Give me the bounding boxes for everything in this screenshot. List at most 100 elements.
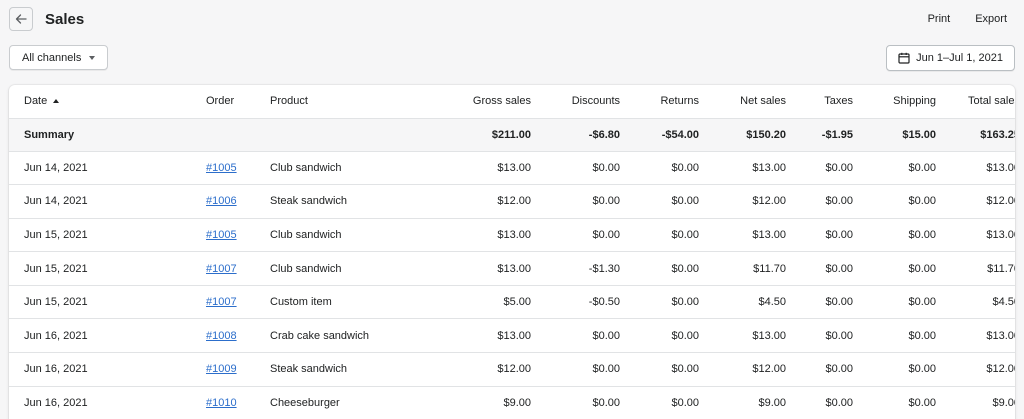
cell-net-sales: $4.50 xyxy=(699,285,786,320)
cell-taxes: $0.00 xyxy=(786,151,853,186)
cell-returns: $0.00 xyxy=(620,318,699,354)
cell-net-sales: $12.00 xyxy=(699,352,786,387)
cell-date: Jun 16, 2021 xyxy=(9,352,179,387)
cell-shipping: $0.00 xyxy=(853,184,936,219)
cell-product: Steak sandwich xyxy=(235,184,471,219)
cell-product: Club sandwich xyxy=(235,251,471,286)
cell-order: #1010 xyxy=(179,386,237,419)
cell-net-sales: $11.70 xyxy=(699,251,786,286)
column-header-total-sales[interactable]: Total sales xyxy=(936,85,1015,119)
cell-discounts: $0.00 xyxy=(531,352,620,387)
cell-gross-sales: $5.00 xyxy=(471,285,531,320)
cell-order: #1005 xyxy=(179,218,237,253)
order-link[interactable]: #1006 xyxy=(206,195,237,207)
cell-product: Club sandwich xyxy=(235,218,471,253)
cell-net-sales: $9.00 xyxy=(699,386,786,419)
cell-total-sales: $12.00 xyxy=(936,184,1015,219)
cell-shipping: $0.00 xyxy=(853,151,936,186)
export-button[interactable]: Export xyxy=(975,13,1007,25)
cell-product: Crab cake sandwich xyxy=(235,318,471,354)
cell-total-sales: $12.00 xyxy=(936,352,1015,387)
column-header-product[interactable]: Product xyxy=(235,85,471,119)
table-row: Jun 14, 2021 #1006 Steak sandwich $12.00 $0.… xyxy=(9,184,1015,219)
cell-net-sales: $13.00 xyxy=(699,151,786,186)
page-title: Sales xyxy=(45,11,85,28)
cell-returns: $0.00 xyxy=(620,184,699,219)
summary-label: Summary xyxy=(9,118,179,152)
cell-returns: $0.00 xyxy=(620,352,699,387)
order-link[interactable]: #1007 xyxy=(206,296,237,308)
summary-total-sales: $163.25 xyxy=(936,118,1015,152)
cell-returns: $0.00 xyxy=(620,251,699,286)
summary-shipping: $15.00 xyxy=(853,118,936,152)
order-link[interactable]: #1005 xyxy=(206,162,237,174)
column-header-shipping[interactable]: Shipping xyxy=(853,85,936,119)
cell-order: #1007 xyxy=(179,285,237,320)
summary-row: Summary $211.00 -$6.80 -$54.00 $150.20 -… xyxy=(9,118,1015,152)
cell-shipping: $0.00 xyxy=(853,218,936,253)
header-actions: Print Export xyxy=(928,13,1007,25)
order-link[interactable]: #1008 xyxy=(206,330,237,342)
cell-order: #1009 xyxy=(179,352,237,387)
calendar-icon xyxy=(898,52,910,64)
channel-filter-label: All channels xyxy=(22,51,82,64)
cell-discounts: $0.00 xyxy=(531,184,620,219)
order-link[interactable]: #1005 xyxy=(206,229,237,241)
sort-ascending-icon xyxy=(53,99,60,104)
order-link[interactable]: #1010 xyxy=(206,397,237,409)
cell-gross-sales: $13.00 xyxy=(471,218,531,253)
column-header-gross-sales[interactable]: Gross sales xyxy=(471,85,531,119)
back-button[interactable] xyxy=(9,7,33,31)
order-link[interactable]: #1009 xyxy=(206,363,237,375)
cell-gross-sales: $12.00 xyxy=(471,184,531,219)
cell-discounts: $0.00 xyxy=(531,218,620,253)
cell-date: Jun 16, 2021 xyxy=(9,318,179,354)
cell-shipping: $0.00 xyxy=(853,251,936,286)
table-row: Jun 15, 2021 #1007 Club sandwich $13.00 -$1.… xyxy=(9,251,1015,286)
cell-gross-sales: $12.00 xyxy=(471,352,531,387)
cell-taxes: $0.00 xyxy=(786,251,853,286)
summary-returns: -$54.00 xyxy=(620,118,699,152)
page-header: Sales Print Export xyxy=(0,0,1024,40)
sales-table: Date Order Product Gross sales Discounts… xyxy=(9,85,1015,419)
column-header-net-sales[interactable]: Net sales xyxy=(699,85,786,119)
cell-total-sales: $4.50 xyxy=(936,285,1015,320)
column-header-date[interactable]: Date xyxy=(9,85,179,119)
cell-shipping: $0.00 xyxy=(853,386,936,419)
column-header-taxes[interactable]: Taxes xyxy=(786,85,853,119)
cell-date: Jun 14, 2021 xyxy=(9,151,179,186)
cell-order: #1007 xyxy=(179,251,237,286)
cell-shipping: $0.00 xyxy=(853,318,936,354)
cell-taxes: $0.00 xyxy=(786,386,853,419)
cell-returns: $0.00 xyxy=(620,218,699,253)
cell-taxes: $0.00 xyxy=(786,318,853,354)
summary-product-empty xyxy=(235,118,471,152)
cell-taxes: $0.00 xyxy=(786,218,853,253)
table-row: Jun 15, 2021 #1005 Club sandwich $13.00 $0.0… xyxy=(9,218,1015,253)
column-header-returns[interactable]: Returns xyxy=(620,85,699,119)
cell-total-sales: $13.00 xyxy=(936,218,1015,253)
column-header-order[interactable]: Order xyxy=(179,85,235,119)
cell-product: Cheeseburger xyxy=(235,386,471,419)
table-row: Jun 16, 2021 #1009 Steak sandwich $12.00 $0.… xyxy=(9,352,1015,387)
cell-returns: $0.00 xyxy=(620,285,699,320)
caret-down-icon xyxy=(89,55,96,60)
date-range-picker[interactable]: Jun 1–Jul 1, 2021 xyxy=(886,45,1015,71)
print-button[interactable]: Print xyxy=(928,13,951,25)
cell-taxes: $0.00 xyxy=(786,184,853,219)
column-header-discounts[interactable]: Discounts xyxy=(531,85,620,119)
cell-product: Steak sandwich xyxy=(235,352,471,387)
channel-filter-dropdown[interactable]: All channels xyxy=(9,45,109,70)
cell-discounts: $0.00 xyxy=(531,151,620,186)
cell-discounts: $0.00 xyxy=(531,318,620,354)
table-row: Jun 14, 2021 #1005 Club sandwich $13.00 $0.0… xyxy=(9,151,1015,186)
cell-date: Jun 14, 2021 xyxy=(9,184,179,219)
table-row: Jun 15, 2021 #1007 Custom item $5.00 -$0.50 $… xyxy=(9,285,1015,320)
cell-net-sales: $13.00 xyxy=(699,218,786,253)
cell-total-sales: $13.00 xyxy=(936,151,1015,186)
cell-returns: $0.00 xyxy=(620,386,699,419)
cell-returns: $0.00 xyxy=(620,151,699,186)
cell-gross-sales: $13.00 xyxy=(471,318,531,354)
order-link[interactable]: #1007 xyxy=(206,263,237,275)
cell-net-sales: $13.00 xyxy=(699,318,786,354)
